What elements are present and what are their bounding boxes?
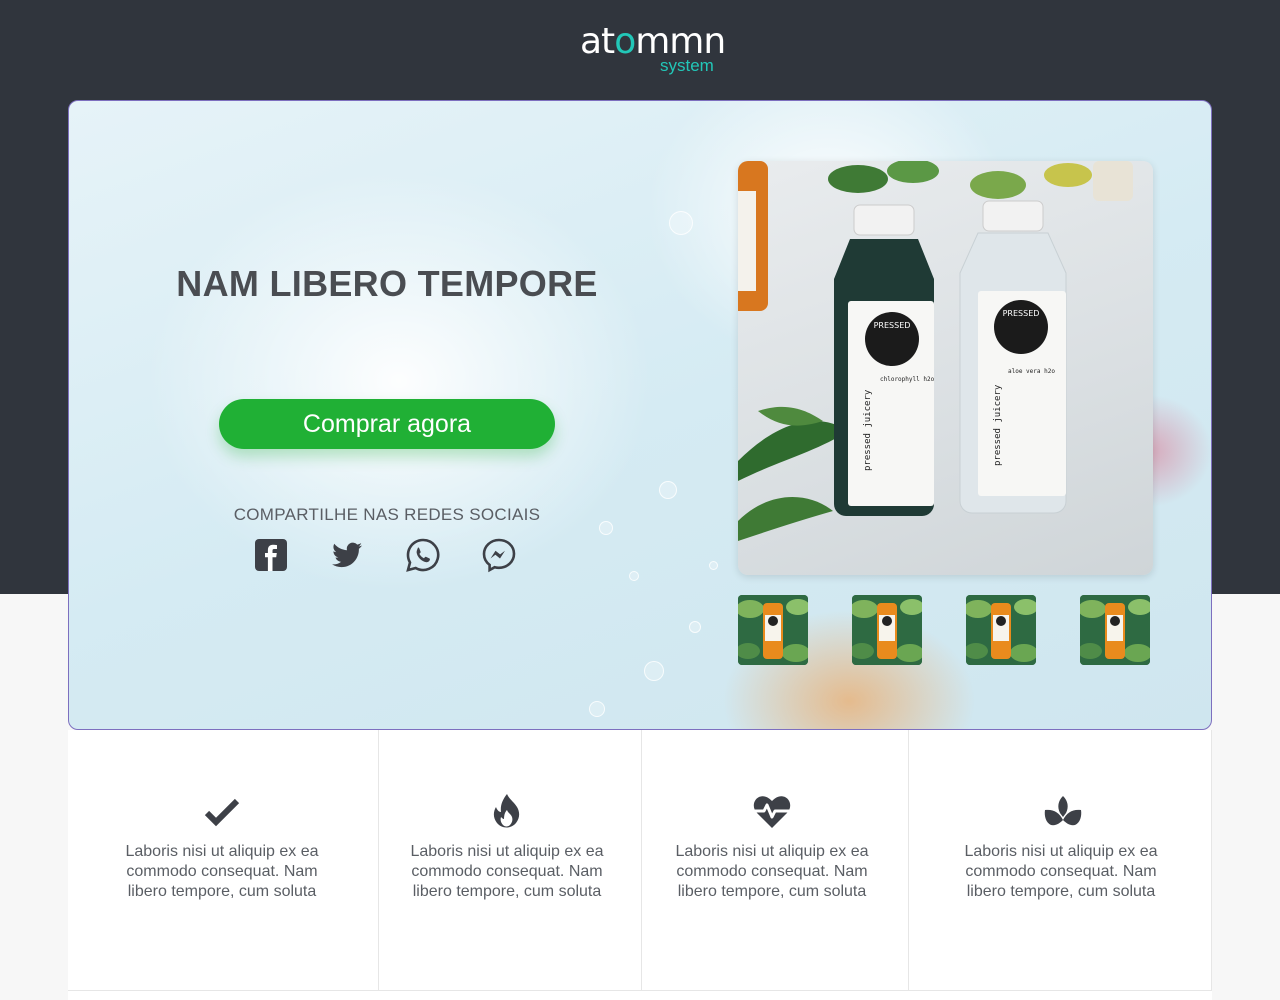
brand-logo[interactable]: atommn system [0,22,1280,82]
product-thumbnail[interactable] [966,595,1036,665]
check-icon [202,792,242,832]
thumbnail-illustration [966,595,1036,665]
decor-bubble [644,661,664,681]
decor-bubble [709,561,718,570]
divider [68,990,1212,991]
feature-card: Laboris nisi ut aliquip ex ea commodo co… [642,730,909,990]
feature-card: Laboris nisi ut aliquip ex ea commodo co… [909,730,1212,990]
facebook-icon[interactable] [253,537,289,573]
features-section: Laboris nisi ut aliquip ex ea commodo co… [68,730,1212,1000]
buy-now-button[interactable]: Comprar agora [219,399,555,449]
decor-bubble [659,481,677,499]
product-photo-illustration: PRESSED pressed juicery chlorophyll h2o … [738,161,1133,541]
hero-banner: NAM LIBERO TEMPORE Comprar agora COMPART… [68,100,1212,730]
decor-bubble [629,571,639,581]
left-badge-text: PRESSED [874,321,911,330]
hero-title: NAM LIBERO TEMPORE [176,263,598,304]
feature-card: Laboris nisi ut aliquip ex ea commodo co… [379,730,642,990]
product-main-image[interactable]: PRESSED pressed juicery chlorophyll h2o … [738,161,1153,575]
left-bottle-brand: pressed juicery [863,389,873,471]
feature-text: Laboris nisi ut aliquip ex ea commodo co… [410,843,604,900]
share-label: COMPARTILHE NAS REDES SOCIAIS [233,505,541,524]
fire-icon [487,792,527,832]
feature-text: Laboris nisi ut aliquip ex ea commodo co… [125,843,319,900]
logo-part-1: at [580,21,615,62]
left-bottle-flavor: chlorophyll h2o [880,376,935,383]
logo-part-o: o [614,21,636,62]
heartbeat-icon [752,792,792,832]
feature-text: Laboris nisi ut aliquip ex ea commodo co… [964,843,1158,900]
feature-card: Laboris nisi ut aliquip ex ea commodo co… [68,730,379,990]
right-bottle-flavor: aloe vera h2o [1008,368,1055,375]
right-badge-text: PRESSED [1003,309,1040,318]
spa-icon [1043,792,1083,832]
twitter-icon[interactable] [329,537,365,573]
product-thumbnail[interactable] [1080,595,1150,665]
decor-bubble [589,701,605,717]
decor-bubble [669,211,693,235]
thumbnail-illustration [1080,595,1150,665]
thumbnail-illustration [852,595,922,665]
thumbnail-illustration [738,595,808,665]
feature-text: Laboris nisi ut aliquip ex ea commodo co… [675,843,869,900]
whatsapp-icon[interactable] [405,537,441,573]
product-thumbnail[interactable] [852,595,922,665]
logo-subtitle: system [660,56,714,75]
messenger-icon[interactable] [481,537,517,573]
right-bottle-brand: pressed juicery [993,384,1003,466]
decor-bubble [689,621,701,633]
product-thumbnail[interactable] [738,595,808,665]
